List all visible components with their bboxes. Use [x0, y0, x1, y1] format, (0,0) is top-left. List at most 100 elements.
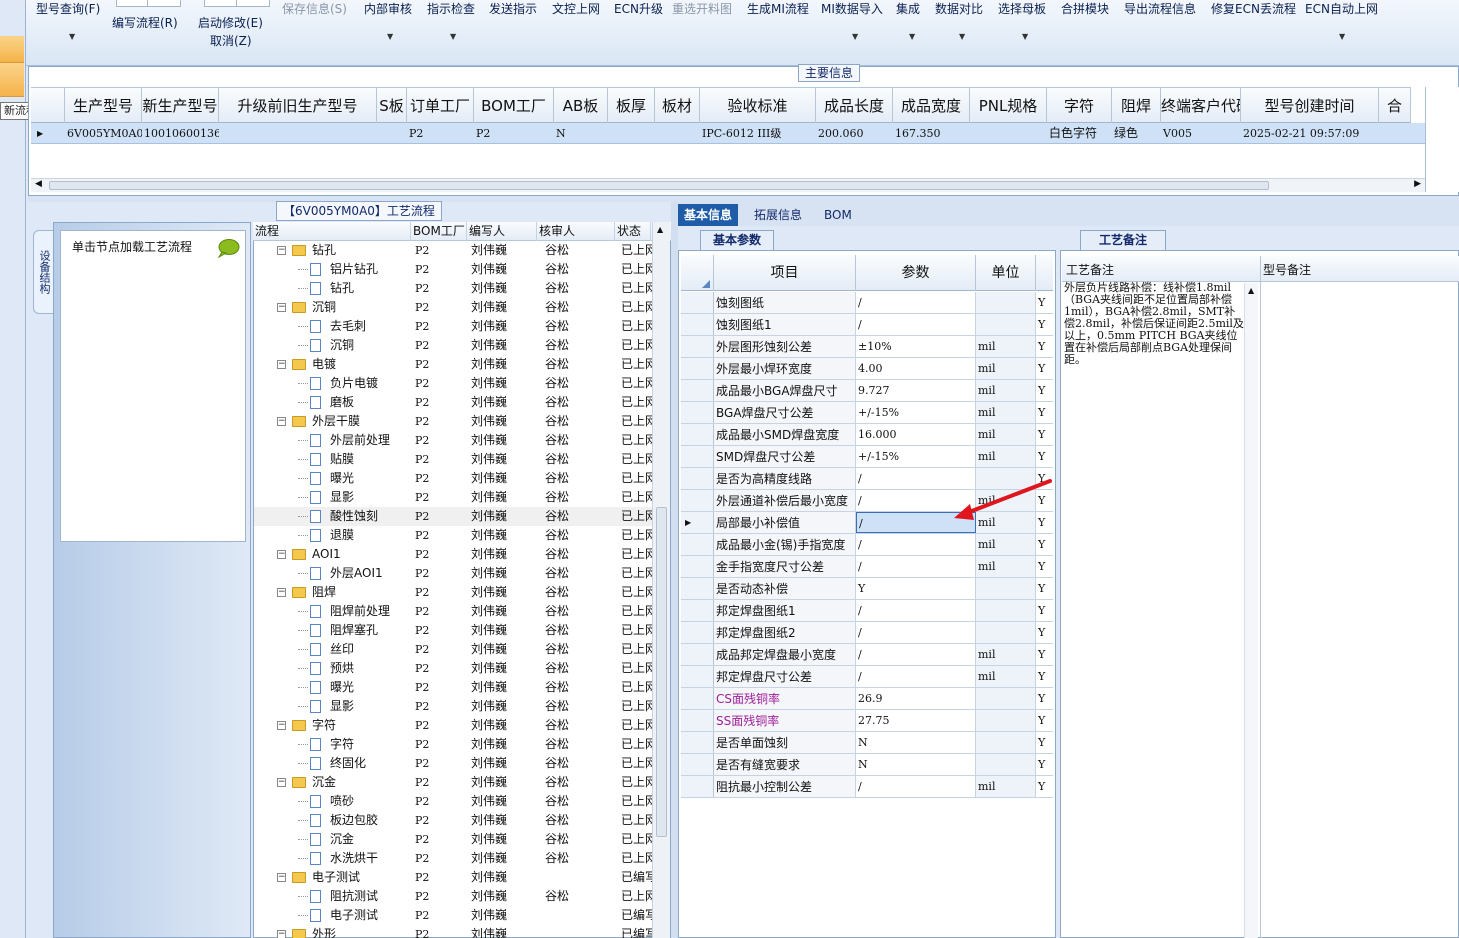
column-header[interactable]: 成品宽度: [893, 88, 970, 124]
flow-tree-row[interactable]: 负片电镀 P2 刘伟巍 谷松 已上网: [254, 374, 653, 393]
grid-cell[interactable]: 2025-02-21 09:57:09: [1241, 123, 1379, 144]
flow-tree-row[interactable]: 钻孔 P2 刘伟巍 谷松 已上网: [254, 279, 653, 298]
grid-cell[interactable]: [970, 123, 1047, 144]
flow-tree-row[interactable]: − 钻孔 P2 刘伟巍 谷松 已上网: [254, 241, 653, 260]
column-header[interactable]: 成品长度: [816, 88, 893, 124]
collapse-toggle-icon[interactable]: −: [277, 778, 286, 787]
param-value-cell[interactable]: +/-15%: [856, 446, 976, 467]
grid-cell[interactable]: 10010600136123: [142, 123, 219, 144]
param-row[interactable]: 蚀刻图纸1/ Y: [681, 314, 1053, 336]
param-row[interactable]: 蚀刻图纸 / Y: [681, 292, 1053, 314]
flow-tree-row[interactable]: 沉铜 P2 刘伟巍 谷松 已上网: [254, 336, 653, 355]
param-value-cell[interactable]: Y: [856, 578, 976, 599]
dropdown-arrow-icon[interactable]: ▼: [852, 32, 858, 41]
grid-cell[interactable]: P2: [474, 123, 554, 144]
flow-tree-row[interactable]: 铝片钻孔 P2 刘伟巍 谷松 已上网: [254, 260, 653, 279]
flow-tree-row[interactable]: 阻抗测试 P2 刘伟巍 谷松 已上网: [254, 887, 653, 906]
param-value-cell[interactable]: N: [856, 754, 976, 775]
column-header[interactable]: BOM工厂: [474, 88, 554, 124]
flow-tree-row[interactable]: 显影 P2 刘伟巍 谷松 已上网: [254, 488, 653, 507]
param-row[interactable]: 邦定焊盘尺寸公差 / mil Y: [681, 666, 1053, 688]
column-header[interactable]: 阻焊: [1112, 88, 1161, 124]
param-row[interactable]: 成品最小BGA焊盘尺寸 9.727 mil Y: [681, 380, 1053, 402]
param-value-cell[interactable]: 4.00: [856, 358, 976, 379]
flow-tree-row[interactable]: 去毛刺 P2 刘伟巍 谷松 已上网: [254, 317, 653, 336]
param-row[interactable]: 邦定焊盘图纸1/ Y: [681, 600, 1053, 622]
param-value-cell[interactable]: /: [856, 292, 976, 313]
column-header[interactable]: PNL规格: [970, 88, 1047, 124]
grid-cell[interactable]: [219, 123, 377, 144]
param-row[interactable]: 是否动态补偿 Y Y: [681, 578, 1053, 600]
flow-column-header[interactable]: 流程: [253, 222, 411, 241]
main-grid-hscrollbar[interactable]: ◀ ▶: [31, 178, 1425, 192]
param-row[interactable]: 成品最小金(锡)手指宽度 / mil Y: [681, 534, 1053, 556]
grid-cell[interactable]: V005: [1161, 123, 1241, 144]
toolbar-button[interactable]: 合拼模块: [1061, 0, 1109, 17]
grid-cell[interactable]: 200.060: [816, 123, 893, 144]
flow-column-header[interactable]: 编写人: [467, 222, 537, 241]
flow-tree-row[interactable]: 曝光 P2 刘伟巍 谷松 已上网: [254, 469, 653, 488]
toolbar-button[interactable]: 内部审核: [364, 0, 412, 17]
column-header[interactable]: AB板: [554, 88, 608, 124]
flow-tree-row[interactable]: 外层AOI1 P2 刘伟巍 谷松 已上网: [254, 564, 653, 583]
scroll-up-icon[interactable]: ▲: [1248, 286, 1254, 295]
flow-tree-row[interactable]: 板边包胶 P2 刘伟巍 谷松 已上网: [254, 811, 653, 830]
param-row[interactable]: 邦定焊盘图纸2/ Y: [681, 622, 1053, 644]
grid-cell[interactable]: [655, 123, 700, 144]
flow-column-header[interactable]: 状态: [615, 222, 651, 241]
scroll-thumb[interactable]: [49, 181, 1269, 190]
flow-tree-row[interactable]: 酸性蚀刻 P2 刘伟巍 谷松 已上网: [254, 507, 653, 526]
param-value-cell[interactable]: /: [856, 314, 976, 335]
param-row[interactable]: 成品邦定焊盘最小宽度 / mil Y: [681, 644, 1053, 666]
collapse-toggle-icon[interactable]: −: [277, 417, 286, 426]
param-value-cell[interactable]: 26.9: [856, 688, 976, 709]
flow-tree-row[interactable]: − 字符 P2 刘伟巍 谷松 已上网: [254, 716, 653, 735]
param-row[interactable]: 外层最小焊环宽度 4.00 mil Y: [681, 358, 1053, 380]
toolbar-button[interactable]: 指示检查: [427, 0, 475, 17]
column-header[interactable]: 板厚: [608, 88, 655, 124]
column-header[interactable]: 字符: [1047, 88, 1112, 124]
param-row[interactable]: 外层图形蚀刻公差 ±10% mil Y: [681, 336, 1053, 358]
param-row[interactable]: 阻抗最小控制公差 / mil Y: [681, 776, 1053, 798]
side-vertical-tab[interactable]: 设备结构: [33, 230, 53, 314]
param-value-cell[interactable]: N: [856, 732, 976, 753]
toolbar-button[interactable]: 数据对比: [935, 0, 983, 17]
flow-tree-row[interactable]: 曝光 P2 刘伟巍 谷松 已上网: [254, 678, 653, 697]
column-header[interactable]: 验收标准: [700, 88, 816, 124]
toolbar-button[interactable]: MI数据导入: [821, 0, 883, 17]
toolbar-button[interactable]: ECN升级: [614, 0, 663, 17]
collapse-toggle-icon[interactable]: −: [277, 303, 286, 312]
param-value-cell[interactable]: 9.727: [856, 380, 976, 401]
column-header[interactable]: 合: [1379, 88, 1411, 124]
toolbar-button[interactable]: 重选开料图: [672, 0, 732, 17]
param-row[interactable]: SS面残铜率 27.75 Y: [681, 710, 1053, 732]
basic-param-tab[interactable]: 基本参数: [700, 230, 775, 250]
detail-tab[interactable]: BOM: [818, 204, 858, 226]
toolbar-button[interactable]: 型号查询(F): [36, 0, 100, 17]
flow-tree-row[interactable]: − 外层干膜 P2 刘伟巍 谷松 已上网: [254, 412, 653, 431]
param-row[interactable]: 是否有缝宽要求 N Y: [681, 754, 1053, 776]
remarks-tab[interactable]: 工艺备注: [1080, 230, 1167, 250]
flow-tree-row[interactable]: 显影 P2 刘伟巍 谷松 已上网: [254, 697, 653, 716]
dropdown-arrow-icon[interactable]: ▼: [1339, 32, 1345, 41]
dock-tab-2[interactable]: [0, 63, 24, 97]
flow-tree-row[interactable]: 阻焊塞孔 P2 刘伟巍 谷松 已上网: [254, 621, 653, 640]
flow-tree-row[interactable]: 水洗烘干 P2 刘伟巍 谷松 已上网: [254, 849, 653, 868]
toolbar-button[interactable]: 集成: [896, 0, 920, 17]
param-value-cell[interactable]: /: [856, 600, 976, 621]
flow-tree-row[interactable]: 贴膜 P2 刘伟巍 谷松 已上网: [254, 450, 653, 469]
param-value-cell[interactable]: /: [856, 534, 976, 555]
dock-tab-1[interactable]: [0, 36, 24, 63]
scroll-up-icon[interactable]: ▲: [657, 225, 663, 234]
collapse-toggle-icon[interactable]: −: [277, 588, 286, 597]
toolbar-button[interactable]: 选择母板: [998, 0, 1046, 17]
toolbar-button[interactable]: 取消(Z): [210, 32, 252, 49]
vertical-splitter[interactable]: [671, 202, 678, 938]
toolbar-button[interactable]: 保存信息(S): [282, 0, 347, 17]
flow-tree-row[interactable]: 磨板 P2 刘伟巍 谷松 已上网: [254, 393, 653, 412]
flow-tree-row[interactable]: − 电子测试 P2 刘伟巍 已编写: [254, 868, 653, 887]
remarks-scrollbar[interactable]: ▲: [1244, 283, 1258, 938]
toolbar-button[interactable]: 文控上网: [552, 0, 600, 17]
flow-tree-row[interactable]: 退膜 P2 刘伟巍 谷松 已上网: [254, 526, 653, 545]
param-column-header[interactable]: 项目: [714, 255, 856, 291]
